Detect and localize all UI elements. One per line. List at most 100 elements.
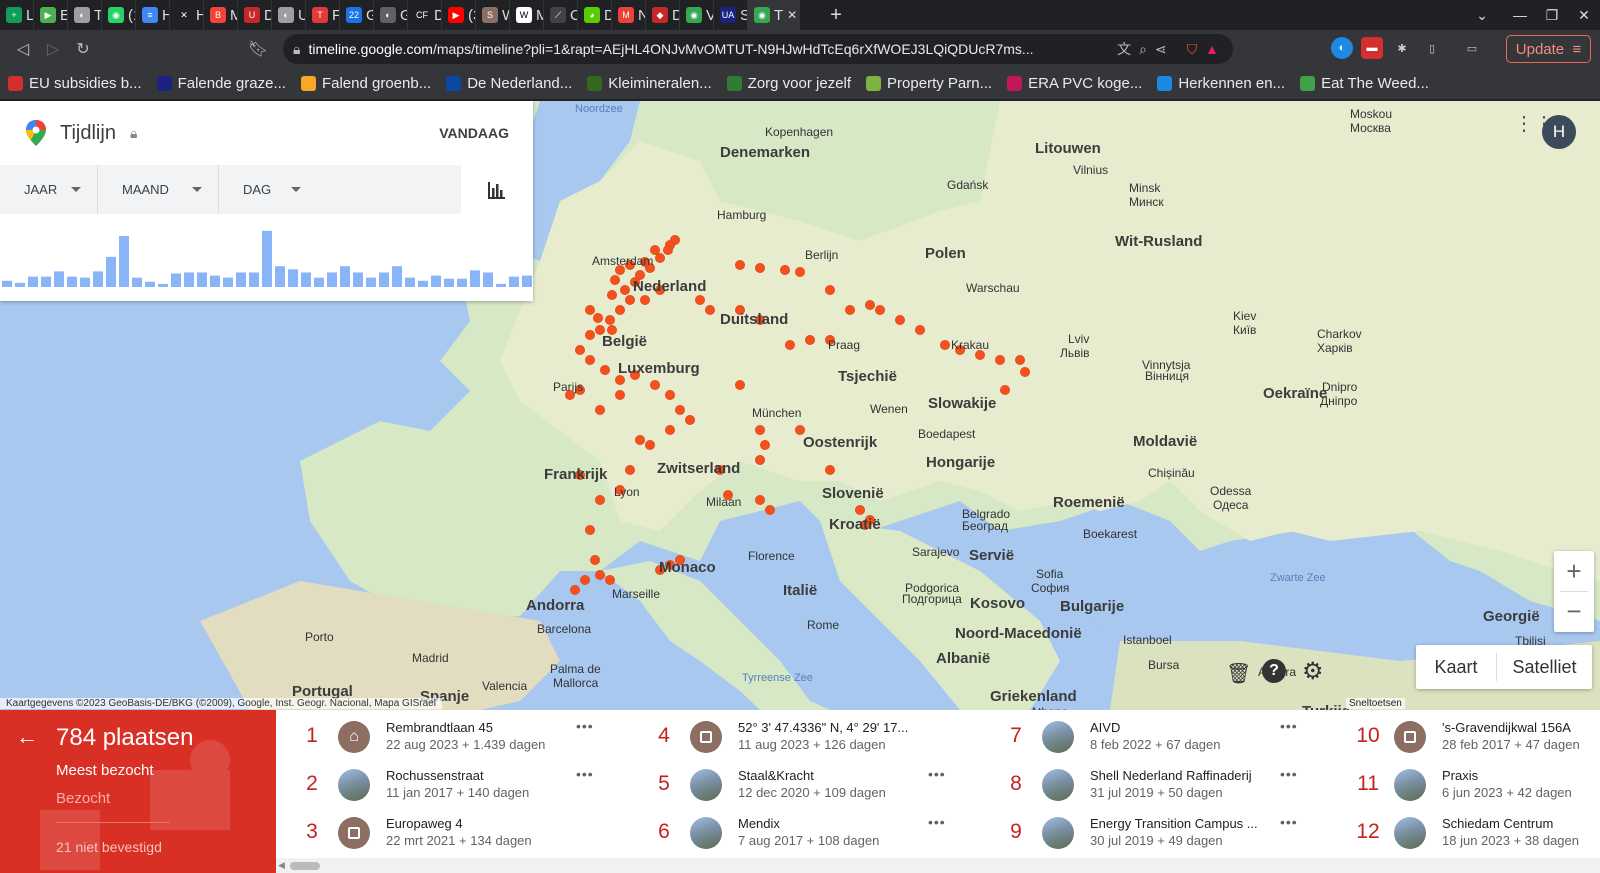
url-text[interactable]: timeline.google.com/maps/timeline?pli=1&… bbox=[308, 41, 1078, 57]
visit-dot[interactable] bbox=[607, 290, 617, 300]
place-item[interactable]: 6 Mendix 7 aug 2017 + 108 dagen ••• bbox=[644, 812, 974, 858]
tab-5[interactable]: ✕ Hov bbox=[170, 0, 204, 30]
visit-dot[interactable] bbox=[705, 305, 715, 315]
forward-icon[interactable]: ▷ bbox=[38, 34, 68, 64]
visit-dot[interactable] bbox=[825, 285, 835, 295]
zoom-in-button[interactable]: + bbox=[1554, 551, 1594, 591]
tab-4[interactable]: ≡ Han bbox=[136, 0, 170, 30]
tab-2[interactable]: ◐ The bbox=[68, 0, 102, 30]
tab-12[interactable]: CF DIY bbox=[408, 0, 442, 30]
tab-17[interactable]: ◕ Duo bbox=[578, 0, 612, 30]
histogram-bar[interactable] bbox=[93, 271, 103, 287]
visit-dot[interactable] bbox=[635, 435, 645, 445]
tab-13[interactable]: ▶ (370 bbox=[442, 0, 476, 30]
horizontal-scrollbar[interactable]: ◀ bbox=[276, 858, 1600, 873]
bookmark-item[interactable]: Eat The Weed... bbox=[1300, 75, 1429, 92]
visited-tab[interactable]: Bezocht bbox=[56, 790, 110, 807]
tab-15[interactable]: W Mat bbox=[510, 0, 544, 30]
visit-dot[interactable] bbox=[595, 495, 605, 505]
visit-dot[interactable] bbox=[585, 355, 595, 365]
day-select[interactable]: DAG bbox=[219, 165, 317, 214]
tab-14[interactable]: S Wha bbox=[476, 0, 510, 30]
histogram-bar[interactable] bbox=[275, 266, 285, 287]
tab-6[interactable]: B Mal bbox=[204, 0, 238, 30]
close-tab-icon[interactable]: ✕ bbox=[787, 8, 797, 22]
more-options-icon[interactable]: ••• bbox=[1280, 766, 1298, 782]
bar-chart-icon[interactable] bbox=[461, 165, 533, 214]
apps-grid-icon[interactable]: ⋮⋮ bbox=[1514, 109, 1554, 139]
histogram-bar[interactable] bbox=[132, 277, 142, 287]
histogram-bar[interactable] bbox=[314, 277, 324, 287]
visit-dot[interactable] bbox=[1020, 367, 1030, 377]
visit-dot[interactable] bbox=[755, 425, 765, 435]
sidebar-icon[interactable]: ▯ bbox=[1421, 37, 1443, 59]
histogram-bar[interactable] bbox=[223, 277, 233, 287]
visit-dot[interactable] bbox=[585, 330, 595, 340]
visit-dot[interactable] bbox=[895, 315, 905, 325]
visit-dot[interactable] bbox=[675, 405, 685, 415]
histogram-bar[interactable] bbox=[197, 272, 207, 287]
map-type-satelliet[interactable]: Satelliet bbox=[1497, 657, 1592, 678]
histogram-bar[interactable] bbox=[353, 272, 363, 287]
visit-dot[interactable] bbox=[595, 570, 605, 580]
histogram-bar[interactable] bbox=[392, 266, 402, 287]
histogram-bar[interactable] bbox=[15, 282, 25, 287]
histogram-bar[interactable] bbox=[366, 277, 376, 287]
bookmark-item[interactable]: ERA PVC koge... bbox=[1007, 75, 1142, 92]
place-item[interactable]: 4 52° 3' 47.4336" N, 4° 29' 17... 11 aug 2… bbox=[644, 716, 974, 762]
restore-icon[interactable]: ❐ bbox=[1536, 0, 1568, 30]
visit-dot[interactable] bbox=[735, 380, 745, 390]
place-item[interactable]: 8 Shell Nederland Raffinaderij 31 jul 2019… bbox=[996, 764, 1326, 810]
bookmark-item[interactable]: Kleimineralen... bbox=[587, 75, 712, 92]
chevron-down-icon[interactable]: ⌄ bbox=[1466, 0, 1498, 30]
visit-dot[interactable] bbox=[940, 340, 950, 350]
visit-dot[interactable] bbox=[595, 405, 605, 415]
more-options-icon[interactable]: ••• bbox=[1280, 814, 1298, 830]
visit-dot[interactable] bbox=[665, 425, 675, 435]
today-button[interactable]: VANDAAG bbox=[439, 125, 509, 141]
bookmark-item[interactable]: Zorg voor jezelf bbox=[726, 75, 851, 92]
visit-dot[interactable] bbox=[995, 355, 1005, 365]
histogram-bar[interactable] bbox=[54, 271, 64, 287]
minimize-icon[interactable]: — bbox=[1504, 0, 1536, 30]
histogram-bar[interactable] bbox=[158, 283, 168, 287]
histogram-bar[interactable] bbox=[262, 230, 272, 287]
tab-18[interactable]: M New bbox=[612, 0, 646, 30]
histogram-bar[interactable] bbox=[210, 275, 220, 287]
visit-dot[interactable] bbox=[795, 267, 805, 277]
visit-dot[interactable] bbox=[655, 253, 665, 263]
histogram-bar[interactable] bbox=[184, 272, 194, 287]
address-bar[interactable]: 🔒︎ timeline.google.com/maps/timeline?pli… bbox=[283, 34, 1233, 64]
histogram-bar[interactable] bbox=[431, 275, 441, 287]
visit-dot[interactable] bbox=[585, 305, 595, 315]
extension-icon[interactable]: ◐ bbox=[1331, 37, 1353, 59]
histogram-bar[interactable] bbox=[379, 272, 389, 287]
visit-dot[interactable] bbox=[580, 575, 590, 585]
more-options-icon[interactable]: ••• bbox=[928, 814, 946, 830]
tab-3[interactable]: ◉ (1) V bbox=[102, 0, 136, 30]
visit-dot[interactable] bbox=[665, 390, 675, 400]
tab-16[interactable]: ⟋ Calc bbox=[544, 0, 578, 30]
extension-icon[interactable]: ▬ bbox=[1361, 37, 1383, 59]
histogram-bar[interactable] bbox=[340, 266, 350, 287]
more-options-icon[interactable]: ••• bbox=[576, 766, 594, 782]
histogram-bar[interactable] bbox=[145, 281, 155, 287]
visit-dot[interactable] bbox=[760, 440, 770, 450]
histogram-bar[interactable] bbox=[405, 277, 415, 287]
visit-dot[interactable] bbox=[845, 305, 855, 315]
tab-0[interactable]: + Log bbox=[0, 0, 34, 30]
bookmark-item[interactable]: De Nederland... bbox=[446, 75, 572, 92]
visit-dot[interactable] bbox=[625, 465, 635, 475]
visit-dot[interactable] bbox=[695, 295, 705, 305]
visit-dot[interactable] bbox=[620, 285, 630, 295]
visit-dot[interactable] bbox=[755, 455, 765, 465]
histogram-bar[interactable] bbox=[457, 278, 467, 287]
avatar[interactable]: H bbox=[1542, 115, 1576, 149]
visit-dot[interactable] bbox=[600, 365, 610, 375]
visit-dot[interactable] bbox=[575, 345, 585, 355]
histogram-bar[interactable] bbox=[236, 272, 246, 287]
back-icon[interactable]: ◁ bbox=[8, 34, 38, 64]
place-item[interactable]: 10 's-Gravendijkwal 156A 28 feb 2017 + 47 … bbox=[1348, 716, 1600, 762]
tab-11[interactable]: ◐ Gori bbox=[374, 0, 408, 30]
visit-dot[interactable] bbox=[1015, 355, 1025, 365]
